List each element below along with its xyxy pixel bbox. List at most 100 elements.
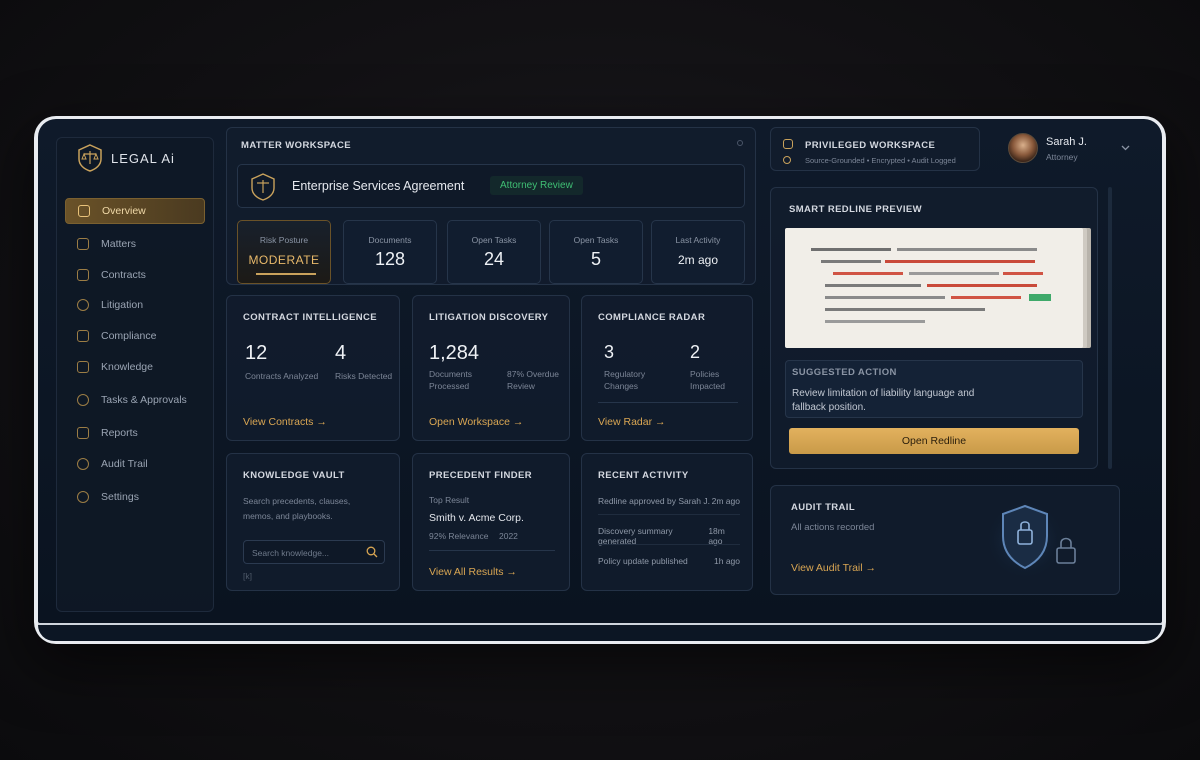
result-relevance: 92% Relevance <box>429 531 489 541</box>
divider <box>429 550 555 551</box>
sidebar-item-reports[interactable]: Reports <box>65 420 205 446</box>
litigation-icon <box>77 299 89 311</box>
search-icon[interactable] <box>366 546 378 558</box>
status-badge: Attorney Review <box>490 176 583 195</box>
stat-value: 128 <box>374 249 406 269</box>
card-title: COMPLIANCE RADAR <box>598 312 706 323</box>
activity-text: Redline approved by Sarah J. <box>598 496 710 506</box>
sidebar-item-label: Tasks & Approvals <box>101 394 187 406</box>
brand-name: LEGAL Ai <box>111 150 175 166</box>
stat-last-activity: Last Activity 2m ago <box>651 220 745 284</box>
divider <box>598 544 740 545</box>
view-contracts-link[interactable]: View Contracts → <box>243 416 327 428</box>
sidebar-item-audit-trail[interactable]: Audit Trail <box>65 451 205 477</box>
stat-label: Documents <box>368 235 412 245</box>
settings-icon <box>77 491 89 503</box>
redline-title: SMART REDLINE PREVIEW <box>789 204 922 215</box>
shield-icon <box>783 156 791 164</box>
audit-trail-panel: AUDIT TRAIL All actions recorded View Au… <box>770 485 1120 595</box>
stat-value: 24 <box>483 249 505 269</box>
sidebar-item-overview[interactable]: Overview <box>65 198 205 224</box>
stat-risk-posture: Risk Posture MODERATE <box>237 220 331 284</box>
user-name: Sarah J. <box>1046 136 1087 148</box>
privileged-tags: Source-Grounded • Encrypted • Audit Logg… <box>805 156 956 165</box>
sidebar-item-label: Settings <box>101 491 139 503</box>
open-redline-button[interactable]: Open Redline <box>789 428 1079 454</box>
sidebar-item-compliance[interactable]: Compliance <box>65 323 205 349</box>
reports-icon <box>77 427 89 439</box>
chevron-down-icon[interactable] <box>1121 145 1130 151</box>
documents-processed-label: Documents Processed <box>429 369 472 391</box>
sidebar-item-label: Matters <box>101 238 137 250</box>
tasks-icon <box>77 394 89 406</box>
overview-icon <box>78 205 90 217</box>
scales-logo-icon <box>78 144 102 172</box>
user-role: Attorney <box>1046 152 1078 162</box>
sidebar-item-label: Overview <box>102 205 146 217</box>
activity-item[interactable]: Discovery summary generated 18m ago <box>598 526 740 546</box>
matter-header[interactable]: Enterprise Services Agreement Attorney R… <box>237 164 745 208</box>
sidebar-item-label: Contracts <box>101 269 146 281</box>
redline-document-preview[interactable] <box>785 228 1083 348</box>
stat-label: Risk Posture <box>259 235 309 245</box>
knowledge-vault-card: KNOWLEDGE VAULT Search precedents, claus… <box>226 453 400 591</box>
activity-item[interactable]: Policy update published 1h ago <box>598 556 740 566</box>
suggested-action-text: Review limitation of liability language … <box>792 388 975 413</box>
stat-open-tasks-2: Open Tasks 5 <box>549 220 643 284</box>
open-workspace-link[interactable]: Open Workspace → <box>429 416 523 428</box>
regulatory-changes-label: Regulatory Changes <box>604 369 646 391</box>
compliance-radar-card: COMPLIANCE RADAR 3 Regulatory Changes 2 … <box>581 295 753 441</box>
stat-label: Last Activity <box>675 235 721 245</box>
knowledge-search-input[interactable]: Search knowledge... <box>243 540 385 564</box>
view-audit-trail-link[interactable]: View Audit Trail → <box>791 562 876 574</box>
activity-text: Policy update published <box>598 556 688 566</box>
recent-activity-card: RECENT ACTIVITY Redline approved by Sara… <box>581 453 753 591</box>
sidebar-item-label: Knowledge <box>101 361 153 373</box>
knowledge-description: Search precedents, clauses, memos, and p… <box>243 496 351 521</box>
sidebar-item-tasks[interactable]: Tasks & Approvals <box>65 387 205 413</box>
sidebar-item-label: Audit Trail <box>101 458 148 470</box>
panel-menu-icon[interactable] <box>737 140 743 146</box>
sidebar-item-label: Compliance <box>101 330 157 342</box>
risks-detected-value: 4 <box>335 342 347 364</box>
contracts-icon <box>77 269 89 281</box>
stat-value: MODERATE <box>248 253 320 267</box>
activity-time: 1h ago <box>714 556 740 566</box>
view-all-results-link[interactable]: View All Results → <box>429 566 517 578</box>
stat-open-tasks: Open Tasks 24 <box>447 220 541 284</box>
sidebar-item-settings[interactable]: Settings <box>65 484 205 510</box>
sidebar-item-label: Litigation <box>101 299 144 311</box>
card-title: CONTRACT INTELLIGENCE <box>243 312 378 323</box>
sidebar-item-litigation[interactable]: Litigation <box>65 292 205 318</box>
suggested-action-title: SUGGESTED ACTION <box>792 367 897 378</box>
audit-subtitle: All actions recorded <box>791 522 875 533</box>
scrollbar[interactable] <box>1108 187 1112 469</box>
smart-redline-panel: SMART REDLINE PREVIEW SUGGESTED ACTION R… <box>770 187 1098 469</box>
card-title: RECENT ACTIVITY <box>598 470 689 481</box>
litigation-discovery-card: LITIGATION DISCOVERY 1,284 Documents Pro… <box>412 295 570 441</box>
activity-item[interactable]: Redline approved by Sarah J. 2m ago <box>598 496 740 506</box>
monitor-bezel-bottom <box>38 623 1162 641</box>
contracts-analyzed-label: Contracts Analyzed <box>245 371 319 381</box>
result-name[interactable]: Smith v. Acme Corp. <box>429 512 524 524</box>
policies-impacted-label: Policies Impacted <box>690 369 725 391</box>
precedent-finder-card: PRECEDENT FINDER Top Result Smith v. Acm… <box>412 453 570 591</box>
sidebar-item-contracts[interactable]: Contracts <box>65 262 205 288</box>
app-window: LEGAL Ai Overview Matters Contracts Liti… <box>38 119 1162 623</box>
user-menu[interactable]: Sarah J. Attorney <box>994 127 1140 171</box>
risks-detected-label: Risks Detected <box>335 371 393 381</box>
privileged-title: PRIVILEGED WORKSPACE <box>805 140 936 151</box>
view-radar-link[interactable]: View Radar → <box>598 416 666 428</box>
card-title: LITIGATION DISCOVERY <box>429 312 549 323</box>
sidebar: LEGAL Ai Overview Matters Contracts Liti… <box>56 137 214 612</box>
avatar <box>1008 133 1038 163</box>
sidebar-item-knowledge[interactable]: Knowledge <box>65 354 205 380</box>
activity-text: Discovery summary generated <box>598 526 673 546</box>
contract-intelligence-card: CONTRACT INTELLIGENCE 12 Contracts Analy… <box>226 295 400 441</box>
sidebar-item-matters[interactable]: Matters <box>65 231 205 257</box>
search-placeholder: Search knowledge... <box>252 548 330 558</box>
scales-icon <box>251 173 275 201</box>
stat-label: Open Tasks <box>573 235 619 245</box>
brand: LEGAL Ai <box>77 138 175 178</box>
risk-underline <box>256 273 316 275</box>
